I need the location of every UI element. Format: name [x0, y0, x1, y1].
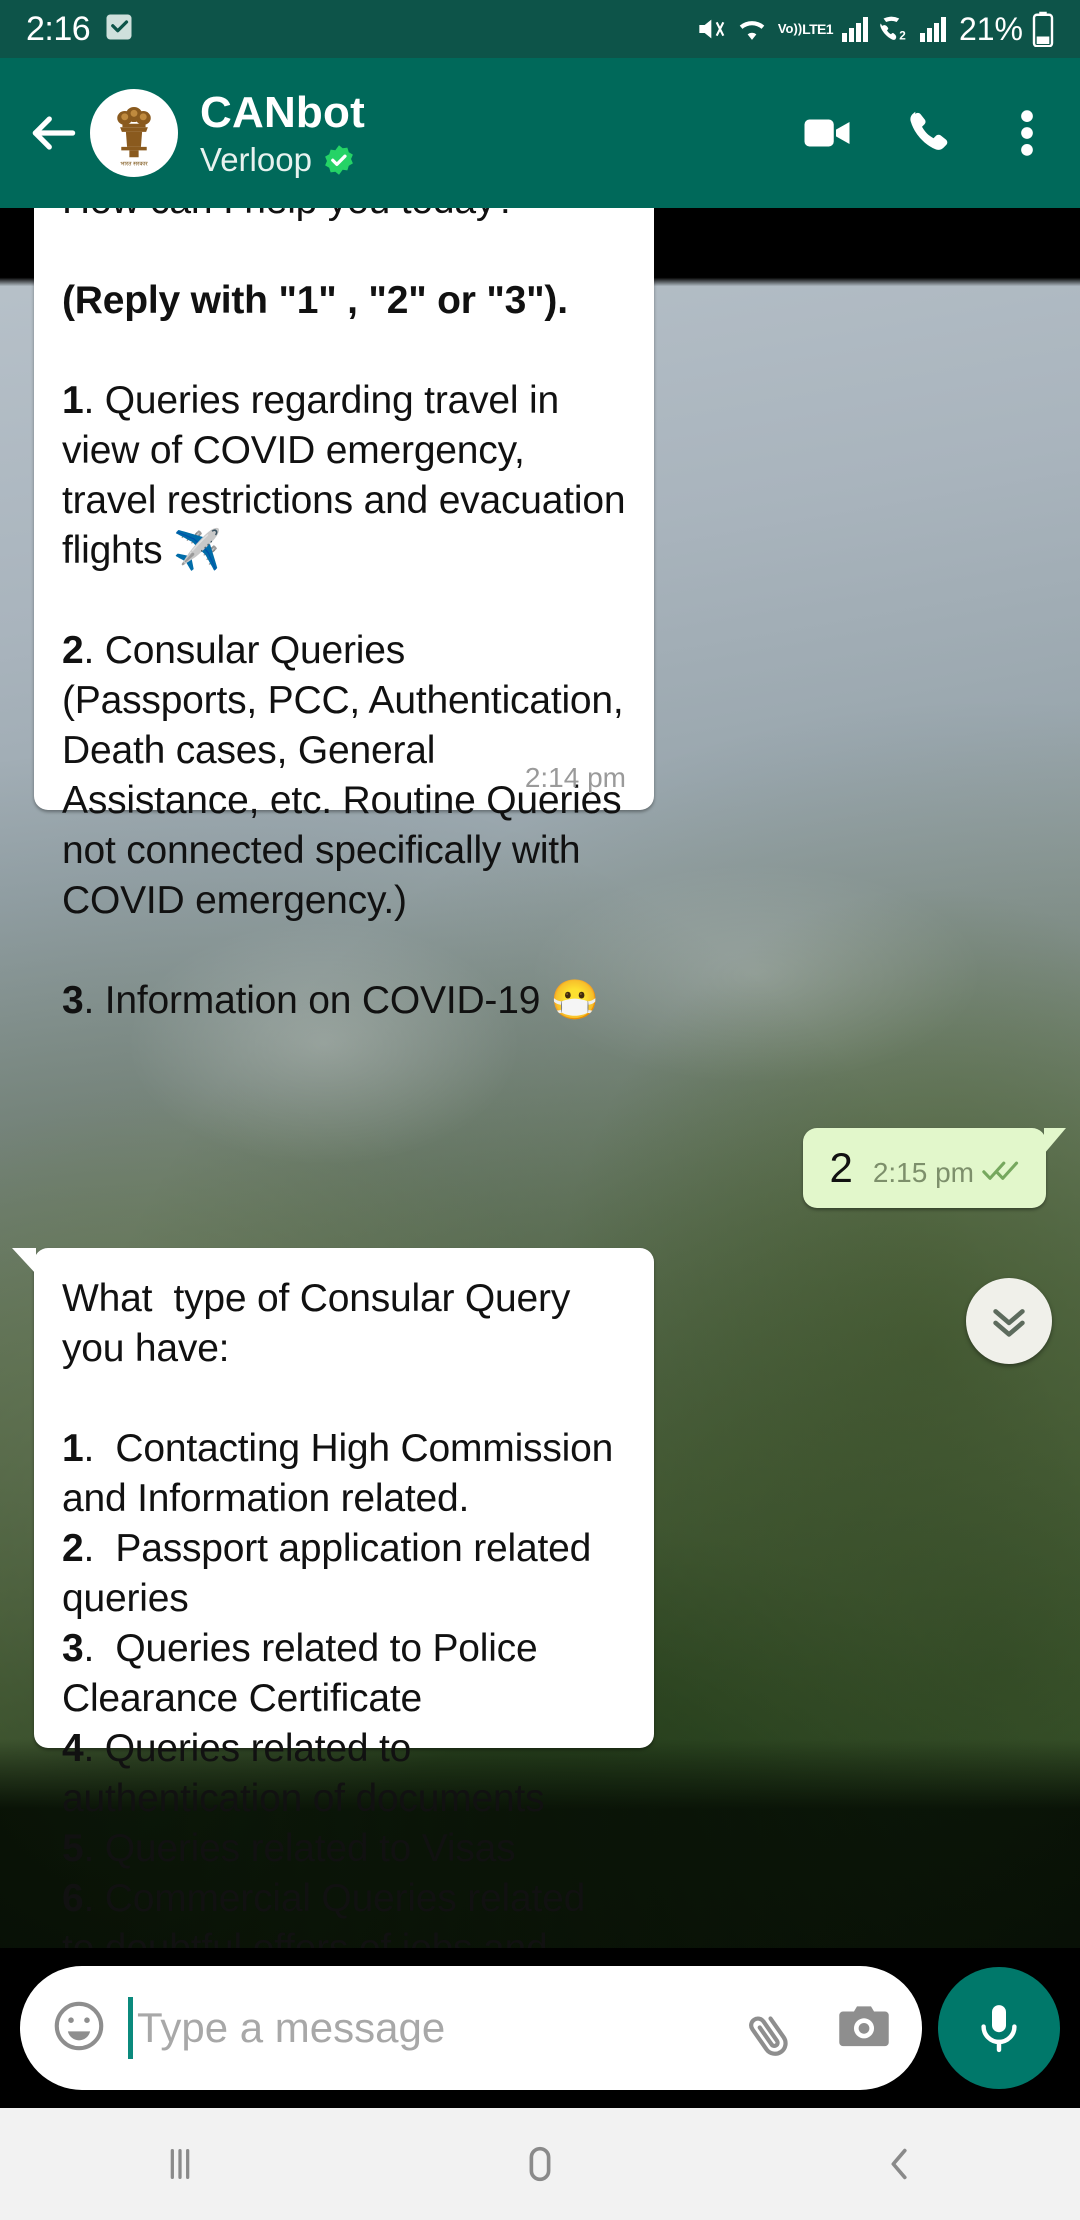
m1-l8-prefix: 3 [62, 979, 84, 1022]
message-timestamp: 2:14 pm [524, 762, 626, 793]
contact-subtitle: Verloop [200, 141, 312, 178]
message-bubble-incoming[interactable]: How can I help you today? (Reply with "1"… [34, 208, 654, 1022]
chat-area[interactable]: How can I help you today? (Reply with "1"… [0, 208, 1080, 1948]
m3-l7: . Commercial Queries related to doubtful… [62, 1877, 586, 1948]
m3-l7-prefix: 6 [62, 1877, 84, 1920]
volte-icon: Vo)) LTE1 [777, 21, 834, 37]
battery-icon [1032, 11, 1054, 47]
m3-l4: . Queries related to Police Clearance Ce… [62, 1627, 549, 1720]
m1-l6-prefix: 2 [62, 629, 84, 672]
mute-icon [694, 13, 726, 45]
m1-l4: . Queries regarding travel in view of CO… [62, 379, 636, 572]
m3-l4-prefix: 3 [62, 1627, 84, 1670]
message-input-field[interactable]: Type a message [128, 1997, 726, 2059]
message-input-placeholder: Type a message [137, 2004, 446, 2051]
back-button[interactable] [825, 2108, 975, 2220]
paperclip-icon[interactable] [746, 1998, 802, 2059]
composer-icons [746, 1998, 892, 2059]
status-bar: 2:16 Vo)) LTE1 2 21% [0, 0, 1080, 58]
call-sim2-icon: 2 [877, 14, 911, 44]
m3-l2-prefix: 1 [62, 1427, 84, 1470]
message-input-pill[interactable]: Type a message [20, 1966, 922, 2090]
contact-info[interactable]: CANbot Verloop [200, 87, 784, 179]
contact-name: CANbot [200, 88, 365, 137]
m3-l5: . Queries related to authentication of d… [62, 1727, 545, 1820]
m3-l6: . Queries related to Visas [83, 1827, 516, 1870]
system-nav-bar [0, 2108, 1080, 2220]
app-bar: भारत सरकार CANbot Verloop [0, 58, 1080, 208]
home-button[interactable] [465, 2108, 615, 2220]
m3-l6-prefix: 5 [62, 1827, 84, 1870]
m1-l8: . Information on COVID-19 😷 [83, 979, 600, 1022]
emoji-icon[interactable] [50, 1997, 108, 2060]
message-text: How can I help you today? (Reply with "1"… [62, 208, 626, 1026]
avatar[interactable]: भारत सरकार [90, 89, 178, 177]
m3-l5-prefix: 4 [62, 1727, 84, 1770]
phone-screen: 2:16 Vo)) LTE1 2 21% भारत सरकार CANbot V… [0, 0, 1080, 2220]
wifi-icon [735, 14, 769, 44]
outgoing-message-meta: 2:15 pm [873, 1157, 1022, 1190]
signal-2-icon [919, 16, 946, 42]
recents-button[interactable] [105, 2108, 255, 2220]
verified-badge-icon [322, 143, 356, 177]
composer-bar: Type a message [0, 1948, 1080, 2108]
back-arrow-icon[interactable] [26, 105, 82, 161]
overflow-menu-icon[interactable] [1000, 106, 1054, 160]
signal-icon [841, 16, 868, 42]
status-bar-right: Vo)) LTE1 2 21% [694, 11, 1054, 48]
svg-text:2: 2 [899, 29, 906, 42]
m3-l0: What type of Consular Query you have: [62, 1277, 581, 1370]
m3-l3: . Passport application related queries [62, 1527, 602, 1620]
outgoing-timestamp: 2:15 pm [872, 1157, 974, 1188]
message-text: What type of Consular Query you have: 1. … [62, 1274, 626, 1948]
camera-icon[interactable] [836, 2000, 892, 2057]
m3-l2: . Contacting High Commission and Informa… [62, 1427, 624, 1520]
m3-l3-prefix: 2 [62, 1527, 84, 1570]
svg-text:भारत सरकार: भारत सरकार [120, 161, 148, 167]
m1-l4-prefix: 1 [62, 379, 84, 422]
text-cursor [128, 1997, 133, 2059]
m1-l2: (Reply with "1" , "2" or "3"). [62, 279, 568, 322]
outgoing-message-text: 2 [829, 1144, 853, 1191]
status-clock: 2:16 [26, 9, 91, 48]
voice-call-icon[interactable] [900, 106, 954, 160]
voice-record-button[interactable] [938, 1967, 1060, 2089]
message-bubble-incoming[interactable]: What type of Consular Query you have: 1. … [12, 1248, 654, 1948]
video-call-icon[interactable] [800, 106, 854, 160]
app-bar-actions [800, 106, 1054, 160]
battery-percent: 21% [958, 10, 1023, 47]
status-bar-left: 2:16 [26, 10, 134, 49]
m1-l0: How can I help you today? [62, 208, 517, 222]
contact-subtitle-row: Verloop [200, 141, 784, 179]
message-bubble-outgoing[interactable]: 2 2:15 pm [803, 1128, 1066, 1208]
notification-check-icon [104, 12, 134, 47]
scroll-to-bottom-button[interactable] [966, 1278, 1052, 1364]
double-check-icon [982, 1157, 1022, 1190]
